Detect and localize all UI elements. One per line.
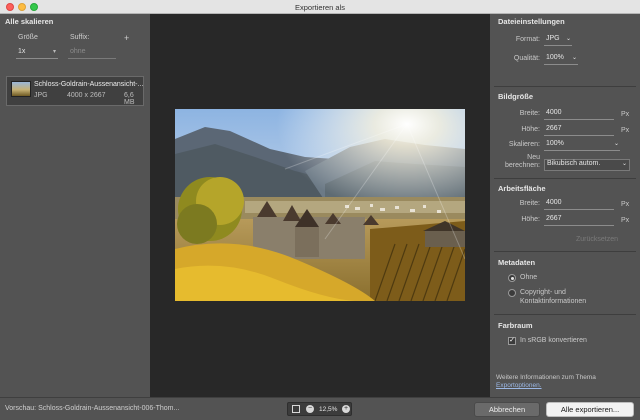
- colorspace-title: Farbraum: [498, 321, 533, 330]
- footer-bar: Vorschau: Schloss-Goldrain-Aussenansicht…: [0, 397, 640, 420]
- metadata-copyright-label-line1: Copyright- und: [520, 289, 566, 296]
- asset-list-item[interactable]: Schloss-Goldrain-Aussenansicht-... JPG 4…: [6, 76, 144, 106]
- format-label: Format:: [515, 36, 540, 43]
- resample-value: Bikubisch autom.: [547, 160, 601, 167]
- srgb-checkbox[interactable]: ✓: [508, 337, 516, 345]
- chevron-down-icon: ⌄: [613, 141, 619, 147]
- divider: [494, 251, 636, 252]
- divider: [494, 178, 636, 179]
- asset-format: JPG: [34, 92, 48, 99]
- metadata-none-label: Ohne: [520, 274, 538, 281]
- resample-select[interactable]: Bikubisch autom. ⌄: [544, 159, 630, 171]
- image-width-label: Breite:: [519, 110, 540, 117]
- image-height-input[interactable]: 2667: [544, 125, 614, 136]
- suffix-label: Suffix:: [70, 34, 90, 41]
- image-height-label: Höhe:: [521, 126, 540, 133]
- chevron-down-icon: ⌄: [571, 55, 577, 61]
- zoom-out-icon[interactable]: −: [306, 405, 314, 413]
- scale-select[interactable]: 100% ⌄: [544, 140, 620, 151]
- zoom-in-icon[interactable]: +: [342, 405, 350, 413]
- canvas-width-input[interactable]: 4000: [544, 199, 614, 210]
- chevron-down-icon: ▾: [52, 49, 56, 55]
- metadata-copyright-radio[interactable]: [508, 289, 516, 297]
- image-width-unit: Px: [621, 111, 630, 118]
- more-info-text: Weitere Informationen zum Thema: [496, 374, 596, 381]
- canvas-height-input[interactable]: 2667: [544, 215, 614, 226]
- size-select-value: 1x: [18, 48, 26, 55]
- quality-value: 100%: [546, 54, 564, 61]
- resample-label-line1: Neu: [527, 154, 540, 161]
- canvas-width-label: Breite:: [519, 200, 540, 207]
- divider: [494, 86, 636, 87]
- fit-to-screen-icon[interactable]: [292, 405, 300, 413]
- resample-label-line2: berechnen:: [504, 162, 540, 169]
- reset-button[interactable]: Zurücksetzen: [576, 236, 618, 243]
- left-panel: Alle skalieren Größe Suffix: + 1x ▾ ohne…: [0, 14, 150, 397]
- canvas-width-unit: Px: [621, 201, 630, 208]
- quality-select[interactable]: 100% ⌄: [544, 54, 578, 65]
- right-panel: Dateieinstellungen Format: JPG ⌄ Qualitä…: [490, 14, 640, 397]
- window-title: Exportieren als: [294, 3, 346, 12]
- srgb-label: In sRGB konvertieren: [520, 337, 587, 344]
- chevron-down-icon: ⌄: [565, 36, 571, 42]
- add-scale-icon[interactable]: +: [124, 33, 129, 43]
- asset-dimensions: 4000 x 2667: [67, 92, 106, 99]
- asset-thumbnail: [11, 81, 31, 97]
- preview-canvas[interactable]: [150, 14, 490, 397]
- format-select[interactable]: JPG ⌄: [544, 35, 572, 46]
- size-select[interactable]: 1x ▾: [16, 47, 58, 59]
- scale-label: Skalieren:: [508, 141, 540, 148]
- export-all-button[interactable]: Alle exportieren...: [546, 402, 634, 417]
- cancel-button[interactable]: Abbrechen: [474, 402, 540, 417]
- format-value: JPG: [546, 35, 560, 42]
- metadata-copyright-label-line2: Kontaktinformationen: [520, 298, 587, 305]
- image-height-unit: Px: [621, 127, 630, 134]
- zoom-controls: − 12,5% +: [287, 402, 352, 416]
- asset-filesize: 6,6 MB: [124, 92, 135, 106]
- preview-filename: Vorschau: Schloss-Goldrain-Aussenansicht…: [5, 405, 180, 412]
- file-settings-title: Dateieinstellungen: [498, 17, 565, 26]
- scale-value: 100%: [546, 140, 564, 147]
- export-options-link[interactable]: Exportoptionen.: [496, 382, 542, 389]
- canvas-height-label: Höhe:: [521, 216, 540, 223]
- divider: [494, 314, 636, 315]
- scale-all-header: Alle skalieren: [5, 17, 54, 26]
- image-width-input[interactable]: 4000: [544, 109, 614, 120]
- quality-label: Qualität:: [513, 55, 540, 62]
- canvas-height-unit: Px: [621, 217, 630, 224]
- metadata-title: Metadaten: [498, 258, 536, 267]
- size-label: Größe: [18, 34, 38, 41]
- window-titlebar: Exportieren als: [0, 0, 640, 14]
- metadata-none-radio[interactable]: [508, 274, 516, 282]
- image-size-title: Bildgröße: [498, 92, 533, 101]
- suffix-placeholder: ohne: [70, 48, 86, 55]
- asset-name: Schloss-Goldrain-Aussenansicht-...: [34, 81, 144, 88]
- zoom-level: 12,5%: [319, 406, 338, 413]
- suffix-input[interactable]: ohne: [68, 47, 116, 59]
- chevron-down-icon: ⌄: [621, 161, 627, 167]
- canvas-title: Arbeitsfläche: [498, 184, 546, 193]
- preview-image: [175, 109, 465, 301]
